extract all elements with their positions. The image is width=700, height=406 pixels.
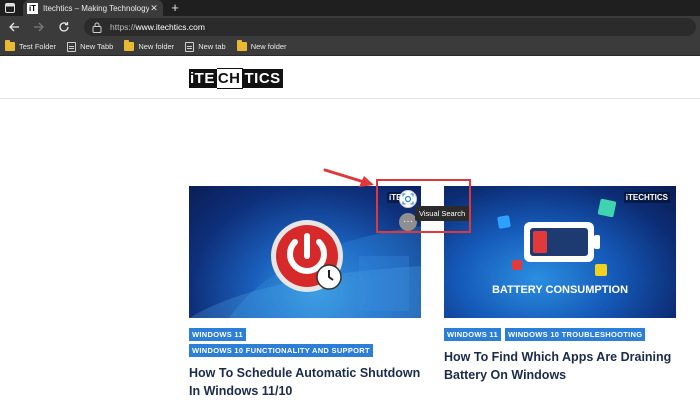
bookmark-new-tabb[interactable]: New Tabb (67, 41, 114, 52)
battery-illustration: BATTERY CONSUMPTION (492, 198, 628, 296)
site-logo[interactable]: iTE CH TICS (189, 67, 283, 89)
refresh-button[interactable] (55, 18, 73, 36)
bookmarks-bar: Test Folder New Tabb New folder New tab … (0, 38, 700, 56)
back-button[interactable] (5, 18, 23, 36)
tab-title: Itechtics – Making Technology A (43, 3, 149, 13)
address-bar[interactable]: https://www.itechtics.com (84, 18, 696, 36)
post-title-link[interactable]: How To Find Which Apps Are Draining Batt… (444, 348, 676, 384)
bookmark-label: New folder (138, 42, 175, 51)
refresh-icon (59, 22, 69, 32)
logo-part-3: TICS (242, 68, 283, 88)
site-header: iTE CH TICS (0, 57, 700, 99)
url-prefix: https:// (110, 22, 136, 32)
lock-icon[interactable] (92, 22, 102, 33)
bookmark-test-folder[interactable]: Test Folder (5, 40, 57, 51)
folder-icon (5, 40, 15, 51)
back-arrow-icon (9, 22, 19, 32)
bookmark-label: Test Folder (19, 42, 57, 51)
tab-itechtics[interactable]: iT Itechtics – Making Technology A ✕ (23, 0, 163, 16)
forward-arrow-icon (34, 22, 44, 32)
forward-button[interactable] (30, 18, 48, 36)
tab-actions-icon[interactable] (4, 2, 16, 14)
bookmark-new-folder[interactable]: New folder (124, 40, 175, 51)
folder-icon (124, 40, 135, 51)
url-host: www.itechtics.com (135, 22, 205, 32)
tab-strip: iT Itechtics – Making Technology A ✕ + (0, 0, 700, 16)
post-card: BATTERY CONSUMPTION iTECHTICS WINDOWS 11… (444, 186, 676, 384)
tag-windows-10-troubleshooting[interactable]: WINDOWS 10 TROUBLESHOOTING (504, 328, 646, 341)
bookmark-new-folder-2[interactable]: New folder (236, 40, 287, 51)
tag-windows-11[interactable]: WINDOWS 11 (444, 328, 501, 341)
page-icon (67, 41, 77, 52)
bookmark-label: New Tabb (80, 42, 114, 51)
itechtics-favicon-icon: iT (27, 2, 38, 14)
logo-part-2: CH (216, 67, 243, 89)
post-title-link[interactable]: How To Schedule Automatic Shutdown In Wi… (189, 364, 421, 400)
post-tags: WINDOWS 11 WINDOWS 10 FUNCTIONALITY AND … (189, 328, 421, 357)
thumbnail-caption: BATTERY CONSUMPTION (492, 284, 628, 296)
clock-icon (316, 264, 342, 290)
logo-part-1: iTE (189, 68, 217, 88)
annotation-arrow-icon (323, 168, 374, 187)
new-tab-button[interactable]: + (168, 0, 182, 16)
browser-toolbar: https://www.itechtics.com (0, 16, 700, 38)
bookmark-label: New tab (198, 42, 226, 51)
bookmark-label: New folder (250, 42, 287, 51)
annotation-highlight-box (376, 179, 471, 233)
bookmark-new-tab[interactable]: New tab (185, 41, 226, 52)
tag-windows-10-functionality[interactable]: WINDOWS 10 FUNCTIONALITY AND SUPPORT (189, 344, 373, 357)
post-thumbnail[interactable]: BATTERY CONSUMPTION iTECHTICS (444, 186, 676, 318)
thumbnail-watermark: iTECHTICS (623, 192, 670, 203)
page-icon (185, 41, 195, 52)
close-tab-icon[interactable]: ✕ (149, 3, 159, 14)
tag-windows-11[interactable]: WINDOWS 11 (189, 328, 246, 341)
folder-icon (236, 40, 247, 51)
post-tags: WINDOWS 11 WINDOWS 10 TROUBLESHOOTING (444, 328, 676, 341)
url-text: https://www.itechtics.com (110, 22, 205, 32)
